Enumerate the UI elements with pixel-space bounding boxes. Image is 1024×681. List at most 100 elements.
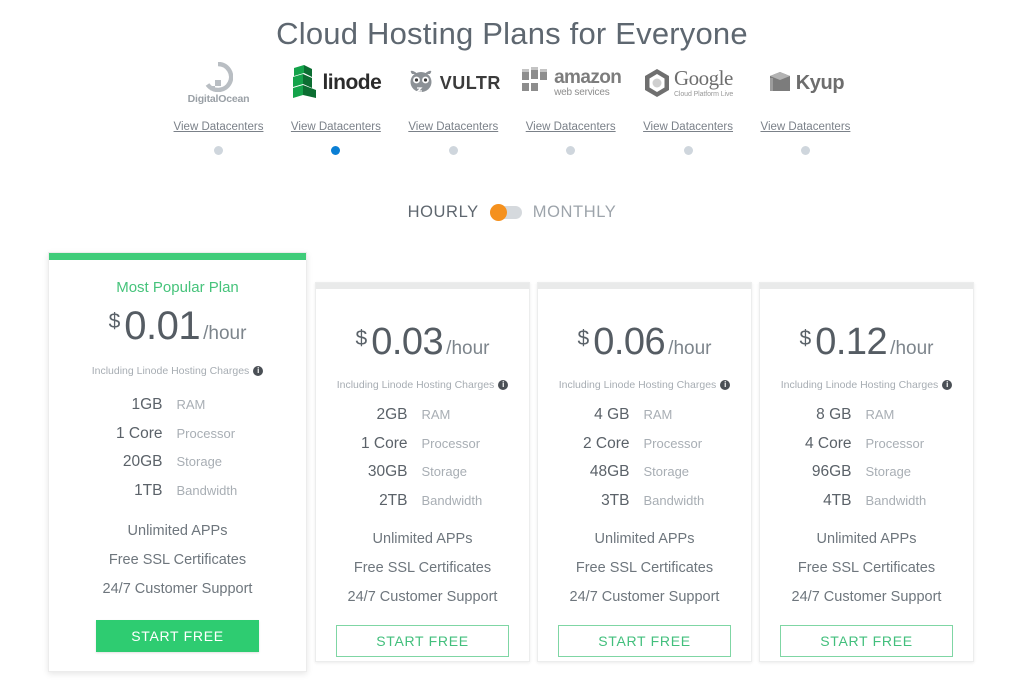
view-datacenters-link-digitalocean[interactable]: View Datacenters [174,121,264,133]
linode-logo-icon: linode [290,62,381,104]
provider-aws[interactable]: amazon web services View Datacenters [512,62,629,133]
spec-row-storage: 20GB Storage [49,454,306,470]
spec-value-processor: 1 Core [350,436,408,452]
start-free-button[interactable]: START FREE [558,625,731,657]
hosting-charges-text: Including Linode Hosting Charges [781,379,939,391]
google-cloud-logo-icon: Google Cloud Platform Live [643,62,733,104]
price-display: $ 0.01 /hour [109,304,247,349]
feature-support: 24/7 Customer Support [538,589,751,605]
spec-value-ram: 1GB [105,397,163,413]
feature-apps: Unlimited APPs [760,531,973,547]
page-title: Cloud Hosting Plans for Everyone [0,16,1024,52]
price-period: /hour [668,338,711,360]
carousel-dot-2[interactable] [449,146,458,155]
carousel-dot-cell-2 [395,146,512,155]
spec-key-bandwidth: Bandwidth [630,494,718,507]
card-accent-bar [760,283,973,289]
spec-row-ram: 8 GB RAM [760,407,973,423]
spec-row-processor: 2 Core Processor [538,436,751,452]
kyup-wordmark: Kyup [796,72,844,95]
feature-ssl: Free SSL Certificates [316,560,529,576]
spec-key-bandwidth: Bandwidth [408,494,496,507]
spec-key-storage: Storage [852,465,940,478]
currency-symbol: $ [109,310,121,334]
pricing-card-featured: Most Popular Plan $ 0.01 /hour Including… [48,252,307,672]
price-display: $ 0.06 /hour [578,321,712,364]
carousel-dot-cell-4 [630,146,747,155]
carousel-dot-cell-0 [160,146,277,155]
hosting-charges-text: Including Linode Hosting Charges [92,365,250,377]
carousel-dot-0[interactable] [214,146,223,155]
carousel-dot-1-active[interactable] [331,146,340,155]
price-period: /hour [203,323,246,345]
provider-vultr[interactable]: VULTR View Datacenters [395,62,512,133]
price-amount: 0.03 [371,321,443,364]
hosting-charges-text: Including Linode Hosting Charges [337,379,495,391]
price-period: /hour [446,338,489,360]
spec-key-ram: RAM [163,398,251,411]
carousel-dot-5[interactable] [801,146,810,155]
spec-row-processor: 1 Core Processor [49,426,306,442]
price-amount: 0.01 [124,304,200,349]
spec-row-ram: 4 GB RAM [538,407,751,423]
start-free-button[interactable]: START FREE [96,620,259,652]
linode-wordmark: linode [322,71,381,95]
hosting-charges-note: Including Linode Hosting Charges i [92,365,264,377]
view-datacenters-link-vultr[interactable]: View Datacenters [408,121,498,133]
start-free-button[interactable]: START FREE [780,625,953,657]
provider-carousel: DigitalOcean View Datacenters linode Vie… [160,62,864,133]
billing-label-monthly[interactable]: MONTHLY [533,203,617,222]
provider-kyup[interactable]: Kyup View Datacenters [747,62,864,133]
spec-list: 8 GB RAM 4 Core Processor 96GB Storage 4… [760,407,973,521]
google-cloud-subtext: Cloud Platform Live [674,91,733,98]
spec-value-bandwidth: 1TB [105,483,163,499]
vultr-wordmark: VULTR [440,73,501,94]
carousel-dot-4[interactable] [684,146,693,155]
pricing-page: Cloud Hosting Plans for Everyone Digital… [0,0,1024,681]
feature-ssl: Free SSL Certificates [49,552,306,568]
spec-row-bandwidth: 4TB Bandwidth [760,493,973,509]
info-icon[interactable]: i [253,366,263,376]
hosting-charges-text: Including Linode Hosting Charges [559,379,717,391]
provider-linode[interactable]: linode View Datacenters [277,62,394,133]
vultr-logo-icon: VULTR [406,62,501,104]
feature-list: Unlimited APPs Free SSL Certificates 24/… [760,531,973,618]
carousel-dot-3[interactable] [566,146,575,155]
spec-key-bandwidth: Bandwidth [163,484,251,497]
spec-value-storage: 20GB [105,454,163,470]
most-popular-badge: Most Popular Plan [116,279,239,296]
spec-key-ram: RAM [852,408,940,421]
spec-value-storage: 48GB [572,464,630,480]
spec-value-processor: 4 Core [794,436,852,452]
card-accent-bar [538,283,751,289]
digitalocean-logo-icon: DigitalOcean [188,62,250,104]
spec-key-bandwidth: Bandwidth [852,494,940,507]
billing-toggle-switch[interactable] [490,206,522,219]
kyup-logo-icon: Kyup [767,62,844,104]
feature-list: Unlimited APPs Free SSL Certificates 24/… [538,531,751,618]
carousel-dot-cell-1 [277,146,394,155]
hosting-charges-note: Including Linode Hosting Charges i [337,379,509,391]
spec-row-storage: 48GB Storage [538,464,751,480]
start-free-button[interactable]: START FREE [336,625,509,657]
pricing-card-2: $ 0.03 /hour Including Linode Hosting Ch… [315,282,530,662]
info-icon[interactable]: i [720,380,730,390]
billing-label-hourly[interactable]: HOURLY [408,203,479,222]
billing-toggle-knob [490,204,507,221]
view-datacenters-link-google[interactable]: View Datacenters [643,121,733,133]
view-datacenters-link-aws[interactable]: View Datacenters [526,121,616,133]
currency-symbol: $ [800,327,812,351]
google-wordmark: Google [674,68,733,89]
view-datacenters-link-kyup[interactable]: View Datacenters [760,121,850,133]
provider-google-cloud[interactable]: Google Cloud Platform Live View Datacent… [630,62,747,133]
price-amount: 0.12 [815,321,887,364]
digitalocean-wordmark: DigitalOcean [188,93,250,105]
spec-list: 4 GB RAM 2 Core Processor 48GB Storage 3… [538,407,751,521]
view-datacenters-link-linode[interactable]: View Datacenters [291,121,381,133]
aws-logo-icon: amazon web services [520,62,621,104]
pricing-card-4: $ 0.12 /hour Including Linode Hosting Ch… [759,282,974,662]
info-icon[interactable]: i [942,380,952,390]
provider-digitalocean[interactable]: DigitalOcean View Datacenters [160,62,277,133]
info-icon[interactable]: i [498,380,508,390]
spec-row-processor: 1 Core Processor [316,436,529,452]
